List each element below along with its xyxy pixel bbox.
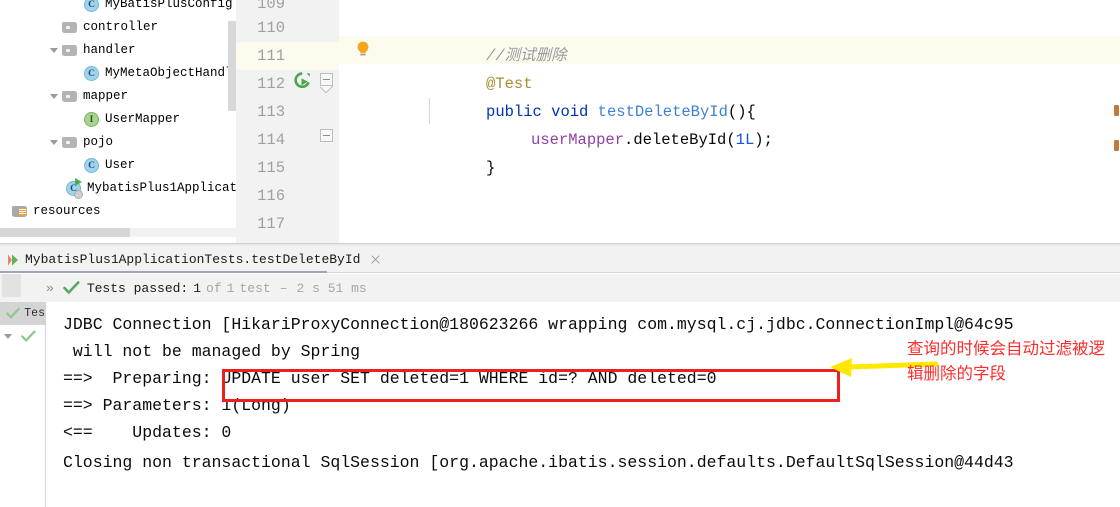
tests-duration: 2 s 51 ms [296, 280, 367, 296]
console-line-5: Closing non transactional SqlSession [or… [63, 453, 1014, 472]
code-text[interactable]: //测试删除 @Test public void testDeleteById(… [339, 0, 1120, 261]
editor-marker-stripe-warning-1[interactable] [1114, 105, 1119, 116]
folder-icon [62, 21, 78, 34]
tree-item-label: UserMapper [105, 112, 181, 127]
code-line-112[interactable]: public void testDeleteById(){ [393, 70, 756, 121]
editor-gutter[interactable]: 109 110 111 112 113 114 115 116 117 [236, 0, 339, 243]
tree-item-mybatisplus1application[interactable]: C MybatisPlus1Applicat [0, 177, 236, 200]
project-tree-panel[interactable]: C MyBatisPlusConfig controller handler C… [0, 0, 236, 243]
chevron-down-icon[interactable] [2, 330, 15, 343]
test-tree-label: Tes [24, 307, 45, 320]
chevron-down-icon[interactable] [48, 44, 61, 57]
editor-marker-stripe-warning-2[interactable] [1114, 140, 1119, 151]
class-icon: C [84, 158, 99, 173]
chevron-placeholder-icon [48, 21, 61, 34]
code-fold-collapse-112[interactable] [320, 73, 333, 86]
code-editor[interactable]: 109 110 111 112 113 114 115 116 117 //测试… [236, 0, 1120, 261]
tree-item-label: mapper [83, 89, 129, 104]
folder-icon [62, 44, 78, 57]
tree-item-user[interactable]: C User [0, 154, 236, 177]
spring-badge-icon [74, 190, 83, 199]
tree-item-resources[interactable]: resources [0, 200, 236, 223]
spring-boot-class-icon: C [66, 178, 84, 199]
line-number-115: 115 [257, 159, 285, 177]
run-tab[interactable]: MybatisPlus1ApplicationTests.testDeleteB… [6, 246, 382, 273]
close-icon[interactable] [369, 253, 382, 266]
folder-icon [62, 136, 78, 149]
line-number-111: 111 [236, 42, 339, 70]
resources-folder-icon [12, 205, 28, 218]
tree-item-label: User [105, 158, 136, 173]
expand-chevrons-icon[interactable]: » [46, 281, 54, 296]
run-tab-bar: MybatisPlus1ApplicationTests.testDeleteB… [0, 246, 1120, 273]
test-tree-row-selected[interactable]: Tes [0, 302, 46, 325]
tree-item-mapper[interactable]: mapper [0, 85, 236, 108]
tree-item-mybatisplusconfig[interactable]: C MyBatisPlusConfig [0, 0, 236, 16]
tree-item-label: MyBatisPlusConfig [105, 0, 233, 12]
toolbar-button-partial[interactable] [2, 274, 21, 297]
tree-item-label: resources [33, 204, 101, 219]
folder-icon [62, 90, 78, 103]
class-icon: C [84, 66, 99, 81]
ide-window: C MyBatisPlusConfig controller handler C… [0, 0, 1120, 507]
tree-item-label: MybatisPlus1Applicat [87, 181, 236, 196]
console-line-0: JDBC Connection [HikariProxyConnection@1… [63, 315, 1014, 334]
tree-item-mymetaobjecthandler[interactable]: C MyMetaObjectHandl [0, 62, 236, 85]
line-number-116: 116 [257, 187, 285, 205]
console-line-3: ==> Parameters: 1(Long) [63, 396, 291, 415]
tree-vscrollbar-thumb[interactable] [228, 21, 236, 111]
tree-item-label: handler [83, 43, 136, 58]
test-tree-row-child[interactable] [0, 325, 45, 348]
annotation-note-text: 查询的时候会自动过滤被逻辑删除的字段 [907, 340, 1105, 383]
tree-item-label: MyMetaObjectHandl [105, 66, 233, 81]
code-line-117[interactable]: } [353, 210, 455, 261]
tree-item-handler[interactable]: handler [0, 39, 236, 62]
line-number-110: 110 [257, 19, 285, 37]
tree-item-controller[interactable]: controller [0, 16, 236, 39]
tests-word-label: test [239, 280, 271, 296]
tests-dash: – [279, 280, 288, 296]
tests-of-label: of [206, 280, 222, 296]
code-line-111[interactable]: @Test [393, 42, 533, 93]
tests-total-count: 1 [226, 280, 235, 296]
tests-passed-count: 1 [193, 280, 202, 296]
chevron-down-icon[interactable] [48, 90, 61, 103]
line-number-113: 113 [257, 103, 285, 121]
code-fold-collapse-114[interactable] [320, 129, 333, 142]
run-tab-active-underline [0, 271, 327, 273]
chevron-down-icon[interactable] [48, 136, 61, 149]
test-status-bar: » Tests passed: 1 of 1 test – 2 s 51 ms [0, 274, 1120, 302]
code-fold-range-end [320, 86, 333, 93]
line-number-117: 117 [257, 215, 285, 233]
test-passed-check-icon [63, 281, 80, 294]
run-configuration-icon [8, 254, 18, 265]
run-badge-icon [75, 178, 84, 187]
code-line-110[interactable]: //测试删除 [393, 14, 567, 65]
run-tab-label: MybatisPlus1ApplicationTests.testDeleteB… [25, 252, 361, 267]
tree-item-pojo[interactable]: pojo [0, 131, 236, 154]
tree-item-label: pojo [83, 135, 114, 150]
console-line-1: will not be managed by Spring [63, 342, 361, 361]
test-results-tree[interactable]: Tes [0, 302, 46, 507]
run-test-gutter-icon[interactable] [294, 72, 311, 89]
code-line-113[interactable]: userMapper.deleteById(1L); [438, 98, 773, 149]
console-line-2: ==> Preparing: UPDATE user SET deleted=1… [63, 369, 717, 388]
test-passed-check-icon [6, 307, 20, 319]
console-output[interactable]: JDBC Connection [HikariProxyConnection@1… [47, 302, 1120, 507]
console-line-4: <== Updates: 0 [63, 423, 232, 442]
test-passed-check-icon [21, 330, 36, 342]
code-line-114[interactable]: } [393, 126, 495, 177]
tests-passed-label: Tests passed: [86, 280, 189, 296]
tree-item-label: controller [83, 20, 159, 35]
tree-hscrollbar-thumb[interactable] [0, 228, 130, 237]
editor-split-area: C MyBatisPlusConfig controller handler C… [0, 0, 1120, 261]
class-icon: C [84, 0, 99, 12]
tree-item-usermapper[interactable]: I UserMapper [0, 108, 236, 131]
interface-icon: I [84, 112, 99, 127]
